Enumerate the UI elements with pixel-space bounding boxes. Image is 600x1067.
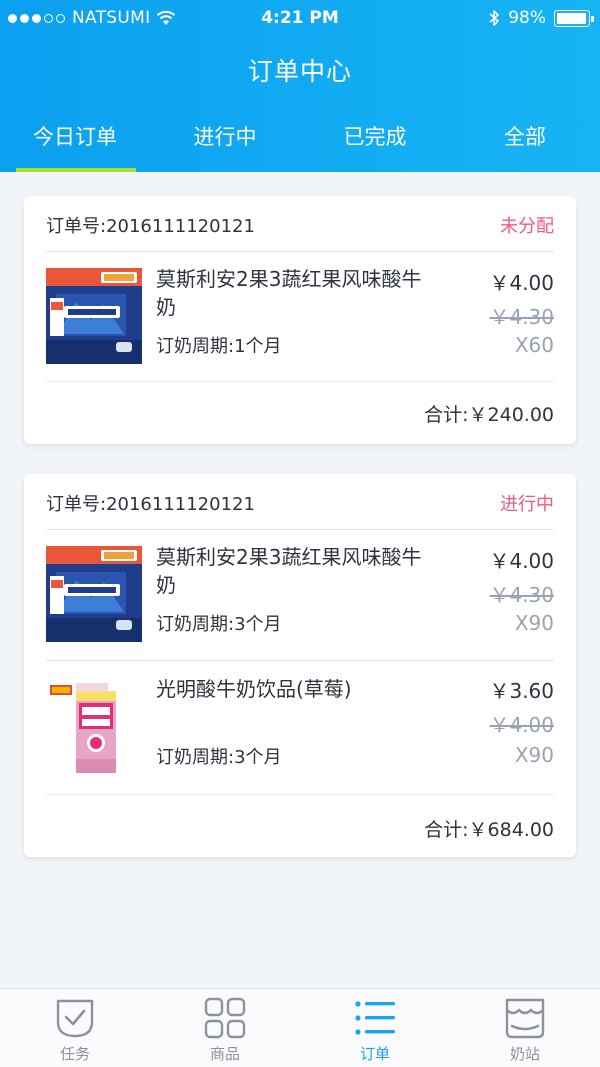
subscription-period: 订奶周期:1个月 — [156, 336, 282, 357]
tab-all[interactable]: 全部 — [450, 112, 600, 172]
subscription-period: 订奶周期:3个月 — [156, 747, 282, 768]
unit-price: ￥3.60 — [489, 679, 554, 703]
order-item[interactable]: 光明酸牛奶饮品(草莓) 订奶周期:3个月 ￥3.60 ￥4.00 X90 — [46, 661, 554, 795]
nav-label: 订单 — [359, 1045, 390, 1063]
header: NATSUMI 4:21 PM 98% 订单中心 今日订单 进行中 已完成 全部 — [0, 0, 600, 172]
page-title: 订单中心 — [247, 57, 352, 86]
nav-item-tasks[interactable]: 任务 — [0, 989, 150, 1067]
quantity: X60 — [514, 333, 554, 357]
original-price: ￥4.00 — [489, 713, 554, 737]
task-check-icon — [56, 999, 94, 1038]
original-price: ￥4.30 — [489, 583, 554, 607]
tab-completed[interactable]: 已完成 — [300, 112, 450, 172]
order-status-badge: 进行中 — [500, 494, 554, 515]
quantity: X90 — [514, 743, 554, 767]
order-footer: 合计:￥240.00 — [46, 382, 554, 444]
bottom-nav: 任务 商品 订单 奶站 — [0, 988, 600, 1067]
nav-label: 奶站 — [509, 1045, 540, 1063]
milk-station-icon — [505, 998, 545, 1039]
product-image — [46, 546, 142, 642]
grid-icon — [204, 997, 246, 1039]
bluetooth-icon — [489, 10, 500, 26]
order-total: 合计:￥240.00 — [424, 404, 554, 426]
original-price: ￥4.30 — [489, 305, 554, 329]
nav-label: 任务 — [59, 1045, 90, 1063]
product-name: 莫斯利安2果3蔬红果风味酸牛奶 — [156, 267, 422, 319]
battery-percent: 98% — [508, 8, 546, 28]
order-total: 合计:￥684.00 — [424, 819, 554, 841]
tab-today-orders[interactable]: 今日订单 — [0, 112, 150, 172]
order-number: 订单号:2016111120121 — [46, 216, 255, 237]
product-name: 光明酸牛奶饮品(草莓) — [156, 677, 352, 701]
order-item[interactable]: 莫斯利安2果3蔬红果风味酸牛奶 订奶周期:3个月 ￥4.00 ￥4.30 X90 — [46, 530, 554, 661]
order-header: 订单号:2016111120121 进行中 — [46, 474, 554, 530]
list-icon — [355, 1001, 395, 1035]
quantity: X90 — [514, 611, 554, 635]
order-header: 订单号:2016111120121 未分配 — [46, 196, 554, 252]
order-item[interactable]: 莫斯利安2果3蔬红果风味酸牛奶 订奶周期:1个月 ￥4.00 ￥4.30 X60 — [46, 252, 554, 382]
order-status-badge: 未分配 — [500, 216, 554, 237]
nav-label: 商品 — [209, 1045, 240, 1063]
tab-in-progress[interactable]: 进行中 — [150, 112, 300, 172]
order-number: 订单号:2016111120121 — [46, 494, 255, 515]
order-footer: 合计:￥684.00 — [46, 795, 554, 857]
status-bar: NATSUMI 4:21 PM 98% — [0, 0, 600, 36]
subscription-period: 订奶周期:3个月 — [156, 614, 282, 635]
unit-price: ￥4.00 — [489, 549, 554, 573]
status-right: 98% — [488, 0, 594, 36]
nav-item-products[interactable]: 商品 — [150, 989, 300, 1067]
product-name: 莫斯利安2果3蔬红果风味酸牛奶 — [156, 545, 422, 597]
battery-fill — [557, 12, 587, 24]
unit-price: ￥4.00 — [489, 271, 554, 295]
nav-item-orders[interactable]: 订单 — [300, 989, 450, 1067]
order-tabs: 今日订单 进行中 已完成 全部 — [0, 112, 600, 172]
order-card[interactable]: 订单号:2016111120121 未分配 莫斯利安2果3蔬红果风味酸牛奶 订奶… — [24, 196, 576, 444]
product-image — [46, 679, 142, 775]
battery-icon — [554, 9, 594, 27]
order-card[interactable]: 订单号:2016111120121 进行中 莫斯利安2果3蔬红果风味酸牛奶 订奶… — [24, 474, 576, 857]
product-image — [46, 268, 142, 364]
nav-item-milk-station[interactable]: 奶站 — [450, 989, 600, 1067]
